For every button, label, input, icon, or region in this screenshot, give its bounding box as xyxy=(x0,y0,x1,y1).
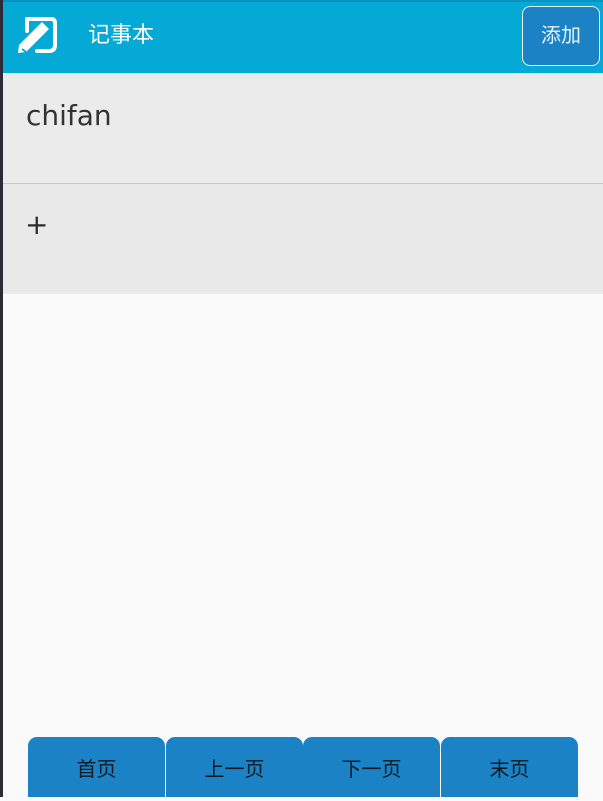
app-bar: 记事本 添加 xyxy=(3,0,603,73)
add-button[interactable]: 添加 xyxy=(522,6,600,66)
plus-icon: + xyxy=(25,208,49,241)
add-note-row[interactable]: + xyxy=(3,183,603,294)
notepad-pencil-icon xyxy=(18,17,57,53)
last-page-button[interactable]: 末页 xyxy=(441,737,578,797)
pagination-bar: 首页 上一页 下一页 末页 xyxy=(28,737,578,797)
app-title: 记事本 xyxy=(88,23,155,48)
first-page-button[interactable]: 首页 xyxy=(28,737,165,797)
next-page-button[interactable]: 下一页 xyxy=(303,737,440,797)
note-list: chifan + xyxy=(3,73,603,294)
note-text: chifan xyxy=(26,99,112,132)
previous-page-button[interactable]: 上一页 xyxy=(166,737,303,797)
note-item[interactable]: chifan xyxy=(3,73,603,183)
